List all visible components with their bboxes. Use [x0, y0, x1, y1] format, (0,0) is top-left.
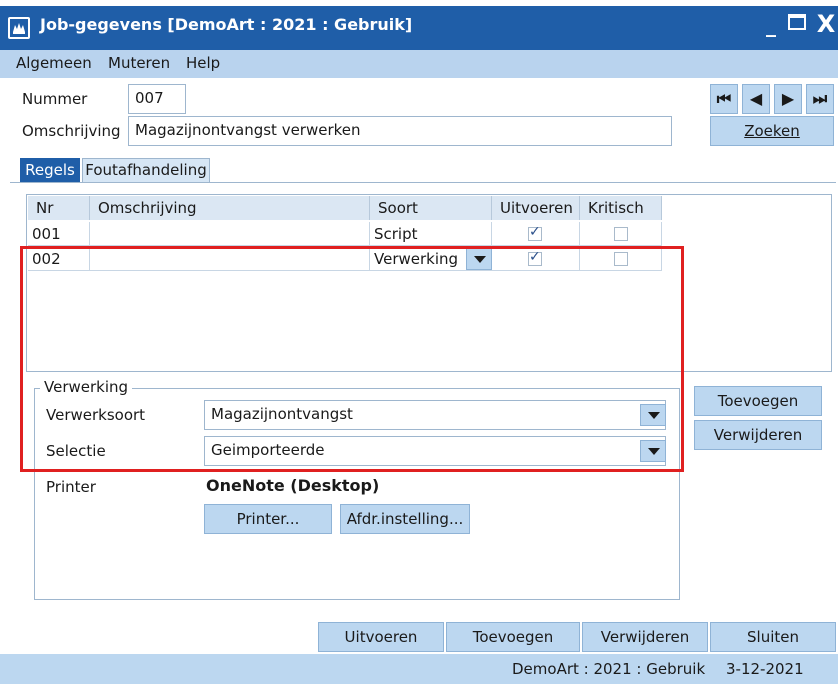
status-context: DemoArt : 2021 : Gebruik	[512, 660, 706, 678]
delete-button[interactable]: Verwijderen	[582, 622, 708, 652]
column-header-soort[interactable]: Soort	[370, 196, 492, 220]
column-header-kritisch[interactable]: Kritisch	[580, 196, 662, 220]
verwerksoort-select[interactable]: Magazijnontvangst	[204, 400, 666, 430]
afdr-instelling-button[interactable]: Afdr.instelling...	[340, 504, 470, 534]
omschrijving-field[interactable]: Magazijnontvangst verwerken	[128, 116, 672, 146]
first-record-button[interactable]: ⏮	[710, 84, 738, 114]
nummer-label: Nummer	[22, 90, 88, 108]
selectie-label: Selectie	[46, 442, 106, 460]
table-row-cell-nr[interactable]: 001	[28, 222, 90, 246]
verwerksoort-label: Verwerksoort	[46, 406, 146, 424]
table-row-cell-omschrijving[interactable]	[90, 222, 370, 246]
arrow-right-icon: ▶	[781, 89, 795, 108]
skip-first-icon: ⏮	[716, 89, 732, 108]
kritisch-checkbox[interactable]	[614, 227, 628, 241]
table-row-cell-nr[interactable]: 002	[28, 247, 90, 271]
run-button[interactable]: Uitvoeren	[318, 622, 444, 652]
add-line-button[interactable]: Toevoegen	[694, 386, 822, 416]
minimize-button[interactable]: _	[758, 10, 784, 40]
window-title: Job-gegevens [DemoArt : 2021 : Gebruik]	[40, 15, 413, 34]
tab-foutafhandeling[interactable]: Foutafhandeling	[82, 158, 210, 182]
selectie-dropdown-icon[interactable]	[640, 440, 666, 462]
kritisch-checkbox[interactable]	[614, 252, 628, 266]
nummer-field[interactable]: 007	[128, 84, 186, 114]
regels-grid[interactable]	[26, 194, 832, 372]
printer-label: Printer	[46, 478, 96, 496]
add-button[interactable]: Toevoegen	[446, 622, 580, 652]
maximize-button[interactable]	[788, 14, 806, 30]
column-header-uitvoeren[interactable]: Uitvoeren	[492, 196, 580, 220]
next-record-button[interactable]: ▶	[774, 84, 802, 114]
search-button[interactable]: Zoeken	[710, 116, 834, 146]
uitvoeren-checkbox[interactable]	[528, 249, 542, 266]
status-bar	[0, 654, 838, 684]
skip-last-icon: ⏭	[812, 89, 828, 108]
printer-value: OneNote (Desktop)	[206, 476, 380, 495]
printer-button[interactable]: Printer...	[204, 504, 332, 534]
last-record-button[interactable]: ⏭	[806, 84, 834, 114]
table-row-cell-soort[interactable]: Script	[370, 222, 492, 246]
status-date: 3-12-2021	[726, 660, 804, 678]
selectie-select[interactable]: Geimporteerde	[204, 436, 666, 466]
column-header-omschrijving[interactable]: Omschrijving	[90, 196, 370, 220]
uitvoeren-checkbox[interactable]	[528, 224, 542, 241]
verwerksoort-dropdown-icon[interactable]	[640, 404, 666, 426]
column-header-nr[interactable]: Nr	[28, 196, 90, 220]
menu-help[interactable]: Help	[186, 54, 220, 72]
omschrijving-label: Omschrijving	[22, 122, 121, 140]
remove-line-button[interactable]: Verwijderen	[694, 420, 822, 450]
tab-regels[interactable]: Regels	[20, 158, 80, 182]
soort-dropdown-icon[interactable]	[466, 248, 492, 270]
menu-algemeen[interactable]: Algemeen	[16, 54, 92, 72]
prev-record-button[interactable]: ◀	[742, 84, 770, 114]
close-button[interactable]: X	[814, 8, 838, 40]
arrow-left-icon: ◀	[749, 89, 763, 108]
app-logo-icon	[8, 17, 30, 39]
verwerking-legend: Verwerking	[40, 378, 133, 396]
menu-muteren[interactable]: Muteren	[108, 54, 170, 72]
close-dialog-button[interactable]: Sluiten	[710, 622, 836, 652]
table-row-cell-omschrijving[interactable]	[90, 247, 370, 271]
